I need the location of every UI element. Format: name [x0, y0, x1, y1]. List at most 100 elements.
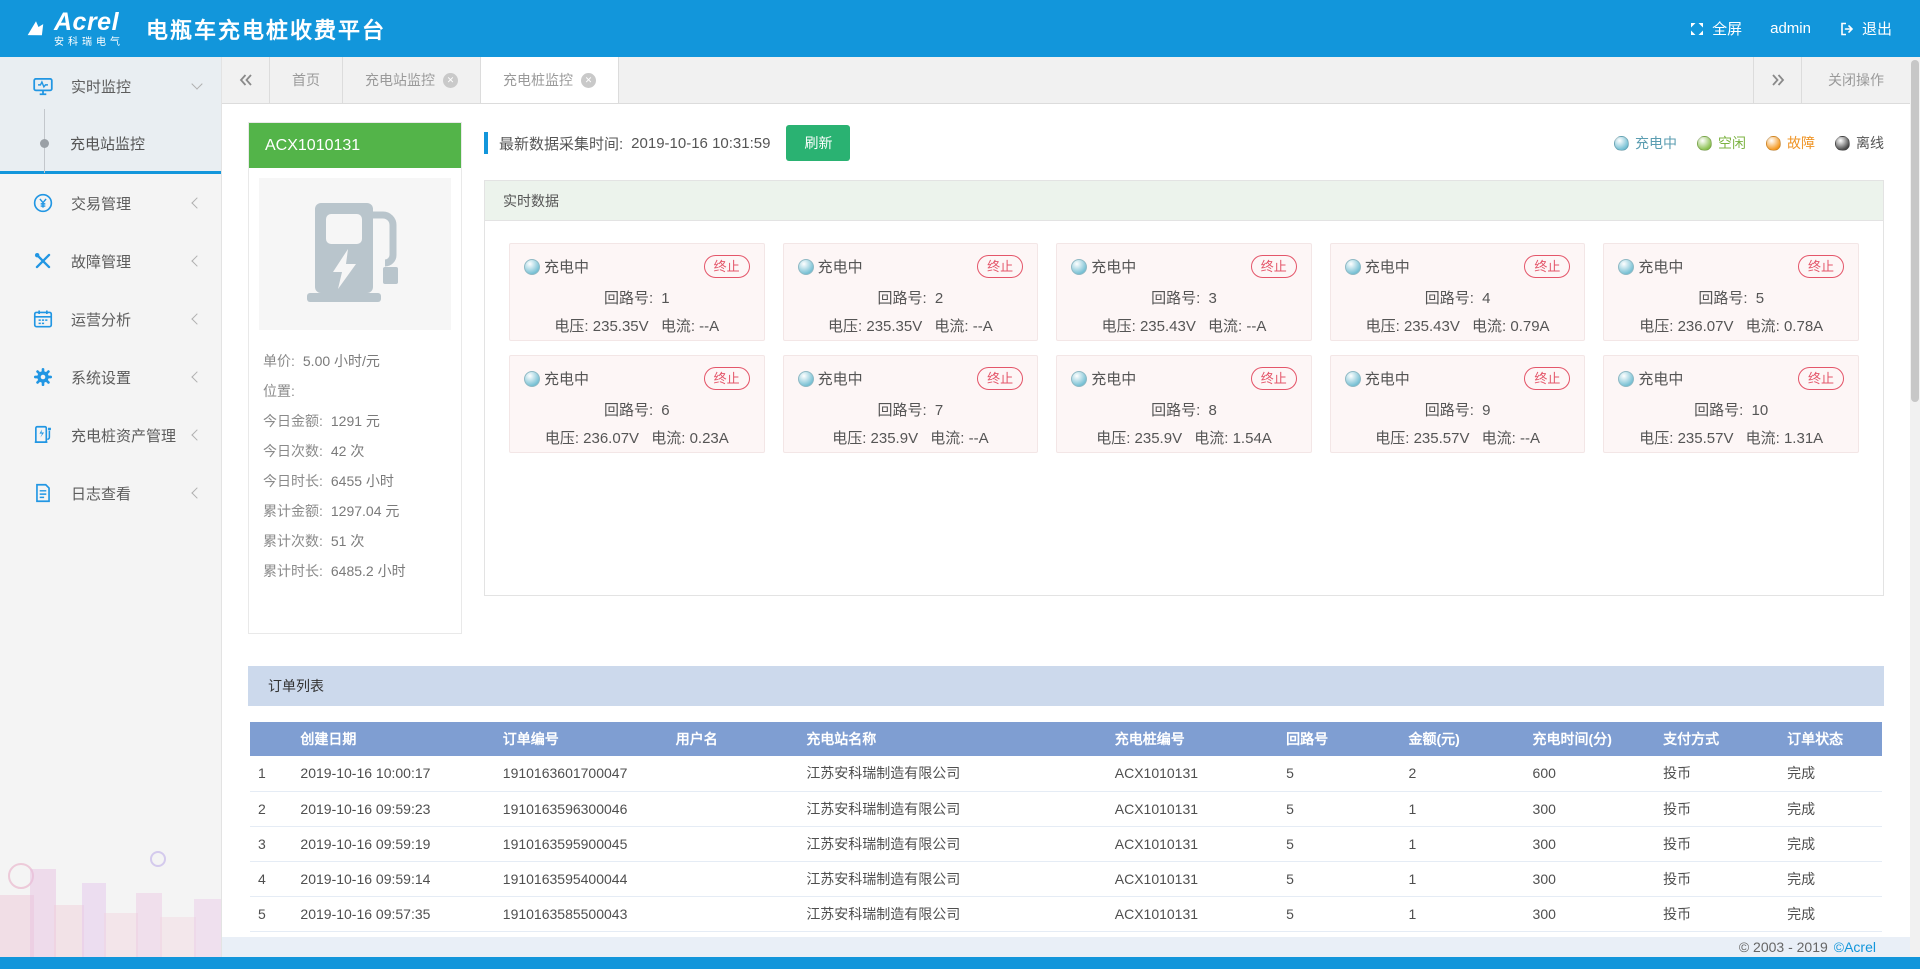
orders-section: 订单列表 创建日期订单编号用户名充电站名称充电桩编号回路号金额(元)充电时间(分… [248, 666, 1884, 932]
terminate-button[interactable]: 终止 [1251, 367, 1297, 390]
current-label: 电流: [930, 430, 964, 447]
table-cell [668, 896, 799, 931]
tab-home[interactable]: 首页 [270, 57, 343, 103]
table-cell: 1 [250, 756, 292, 791]
terminate-button[interactable]: 终止 [1524, 255, 1570, 278]
legend-dot [1614, 136, 1629, 151]
circuit-card: 充电中 终止 回路号: 10 电压: 235.57V 电流: 1.31A [1603, 355, 1859, 453]
document-icon [32, 482, 54, 504]
sidebar-item-realtime-monitor[interactable]: 实时监控 [0, 57, 221, 115]
sidebar-item-logs[interactable]: 日志查看 [0, 464, 221, 522]
tab-scroll-right-button[interactable] [1753, 57, 1801, 103]
terminate-button[interactable]: 终止 [1251, 255, 1297, 278]
terminate-button[interactable]: 终止 [704, 255, 750, 278]
double-right-chevron-icon [1771, 73, 1785, 87]
tab-label: 充电桩监控 [503, 70, 573, 90]
gear-icon [32, 366, 54, 388]
chevron-left-icon [191, 487, 202, 498]
sidebar-item-faults[interactable]: 故障管理 [0, 232, 221, 290]
stat-value: 42 次 [331, 441, 364, 461]
sidebar-subitem-station-monitor[interactable]: 充电站监控 [0, 115, 221, 171]
stat-line: 今日金额:1291 元 [259, 406, 451, 436]
realtime-section: 实时数据 充电中 终止 回路号: 1 电压: 235.35V 电流: --A 充… [484, 180, 1884, 596]
circuit-number-label: 回路号: [1694, 402, 1743, 419]
sidebar-item-settings[interactable]: 系统设置 [0, 348, 221, 406]
sidebar-item-operations-analysis[interactable]: 运营分析 [0, 290, 221, 348]
current-value: --A [699, 318, 719, 335]
stat-label: 累计金额: [263, 501, 323, 521]
sidebar-item-label: 系统设置 [71, 367, 131, 388]
table-cell: 江苏安科瑞制造有限公司 [798, 826, 1106, 861]
current-value: 0.23A [690, 430, 729, 447]
terminate-button[interactable]: 终止 [1524, 367, 1570, 390]
circuit-number-value: 6 [661, 402, 669, 419]
tab-label: 充电站监控 [365, 70, 435, 90]
table-cell: 江苏安科瑞制造有限公司 [798, 756, 1106, 791]
voltage-label: 电压: [545, 430, 579, 447]
stat-line: 今日时长:6455 小时 [259, 466, 451, 496]
tab-close-icon[interactable] [443, 73, 458, 88]
table-cell: 1 [1401, 826, 1525, 861]
circuit-status-label: 充电中 [544, 368, 589, 389]
vertical-scrollbar[interactable] [1910, 57, 1920, 957]
chevron-down-icon [191, 78, 202, 89]
close-operations-label: 关闭操作 [1828, 70, 1884, 90]
close-operations-button[interactable]: 关闭操作 [1801, 57, 1910, 103]
circuit-status-label: 充电中 [1638, 256, 1683, 277]
terminate-button[interactable]: 终止 [977, 255, 1023, 278]
tab-station-monitor[interactable]: 充电站监控 [343, 57, 481, 103]
legend-item: 故障 [1766, 133, 1815, 153]
tab-close-icon[interactable] [581, 73, 596, 88]
table-cell: 600 [1525, 756, 1656, 791]
table-cell: 5 [1278, 861, 1400, 896]
current-label: 电流: [1472, 318, 1506, 335]
table-cell: 5 [250, 896, 292, 931]
refresh-button[interactable]: 刷新 [786, 125, 850, 161]
circuit-number-label: 回路号: [604, 402, 653, 419]
table-cell: 完成 [1779, 861, 1882, 896]
circuit-status-dot [524, 259, 540, 275]
stat-label: 累计时长: [263, 561, 323, 581]
current-label: 电流: [1746, 430, 1780, 447]
city-skyline-decoration [0, 827, 221, 957]
voltage-value: 235.57V [1678, 430, 1734, 447]
circuit-number-label: 回路号: [1151, 402, 1200, 419]
brand-link[interactable]: ©Acrel [1834, 939, 1876, 955]
table-cell: 投币 [1655, 756, 1779, 791]
circuit-number-label: 回路号: [878, 290, 927, 307]
legend-dot [1697, 136, 1712, 151]
terminate-button[interactable]: 终止 [977, 367, 1023, 390]
stat-line: 累计金额:1297.04 元 [259, 496, 451, 526]
stat-line: 单价:5.00 小时/元 [259, 346, 451, 376]
main-content: ACX1010131 单价:5.00 小时/元位置:今日金额:1291 [222, 104, 1910, 937]
legend-label: 充电中 [1635, 133, 1677, 153]
chevron-left-icon [191, 197, 202, 208]
logout-button[interactable]: 退出 [1839, 18, 1892, 39]
sidebar-item-label: 交易管理 [71, 193, 131, 214]
table-cell: 5 [1278, 896, 1400, 931]
circuit-number-value: 5 [1756, 290, 1764, 307]
fullscreen-button[interactable]: 全屏 [1689, 18, 1742, 39]
sidebar-item-transactions[interactable]: 交易管理 [0, 174, 221, 232]
circuit-card: 充电中 终止 回路号: 3 电压: 235.43V 电流: --A [1056, 243, 1312, 341]
station-stats: 单价:5.00 小时/元位置:今日金额:1291 元今日次数:42 次今日时长:… [259, 346, 451, 586]
column-header: 充电站名称 [798, 722, 1106, 756]
username[interactable]: admin [1770, 20, 1811, 37]
monitor-icon [32, 75, 54, 97]
fullscreen-label: 全屏 [1712, 18, 1742, 39]
current-value: --A [973, 318, 993, 335]
terminate-button[interactable]: 终止 [704, 367, 750, 390]
table-cell: 完成 [1779, 756, 1882, 791]
active-dot-icon [40, 139, 49, 148]
table-cell: 完成 [1779, 791, 1882, 826]
circuit-status-dot [1618, 371, 1634, 387]
collect-time-value: 2019-10-16 10:31:59 [631, 135, 770, 152]
terminate-button[interactable]: 终止 [1798, 367, 1844, 390]
terminate-button[interactable]: 终止 [1798, 255, 1844, 278]
tab-scroll-left-button[interactable] [222, 57, 270, 103]
column-header: 充电时间(分) [1525, 722, 1656, 756]
table-cell: 2 [250, 791, 292, 826]
tab-pile-monitor[interactable]: 充电桩监控 [481, 57, 619, 103]
sidebar-item-pile-assets[interactable]: 充电桩资产管理 [0, 406, 221, 464]
scrollbar-thumb[interactable] [1911, 60, 1919, 402]
